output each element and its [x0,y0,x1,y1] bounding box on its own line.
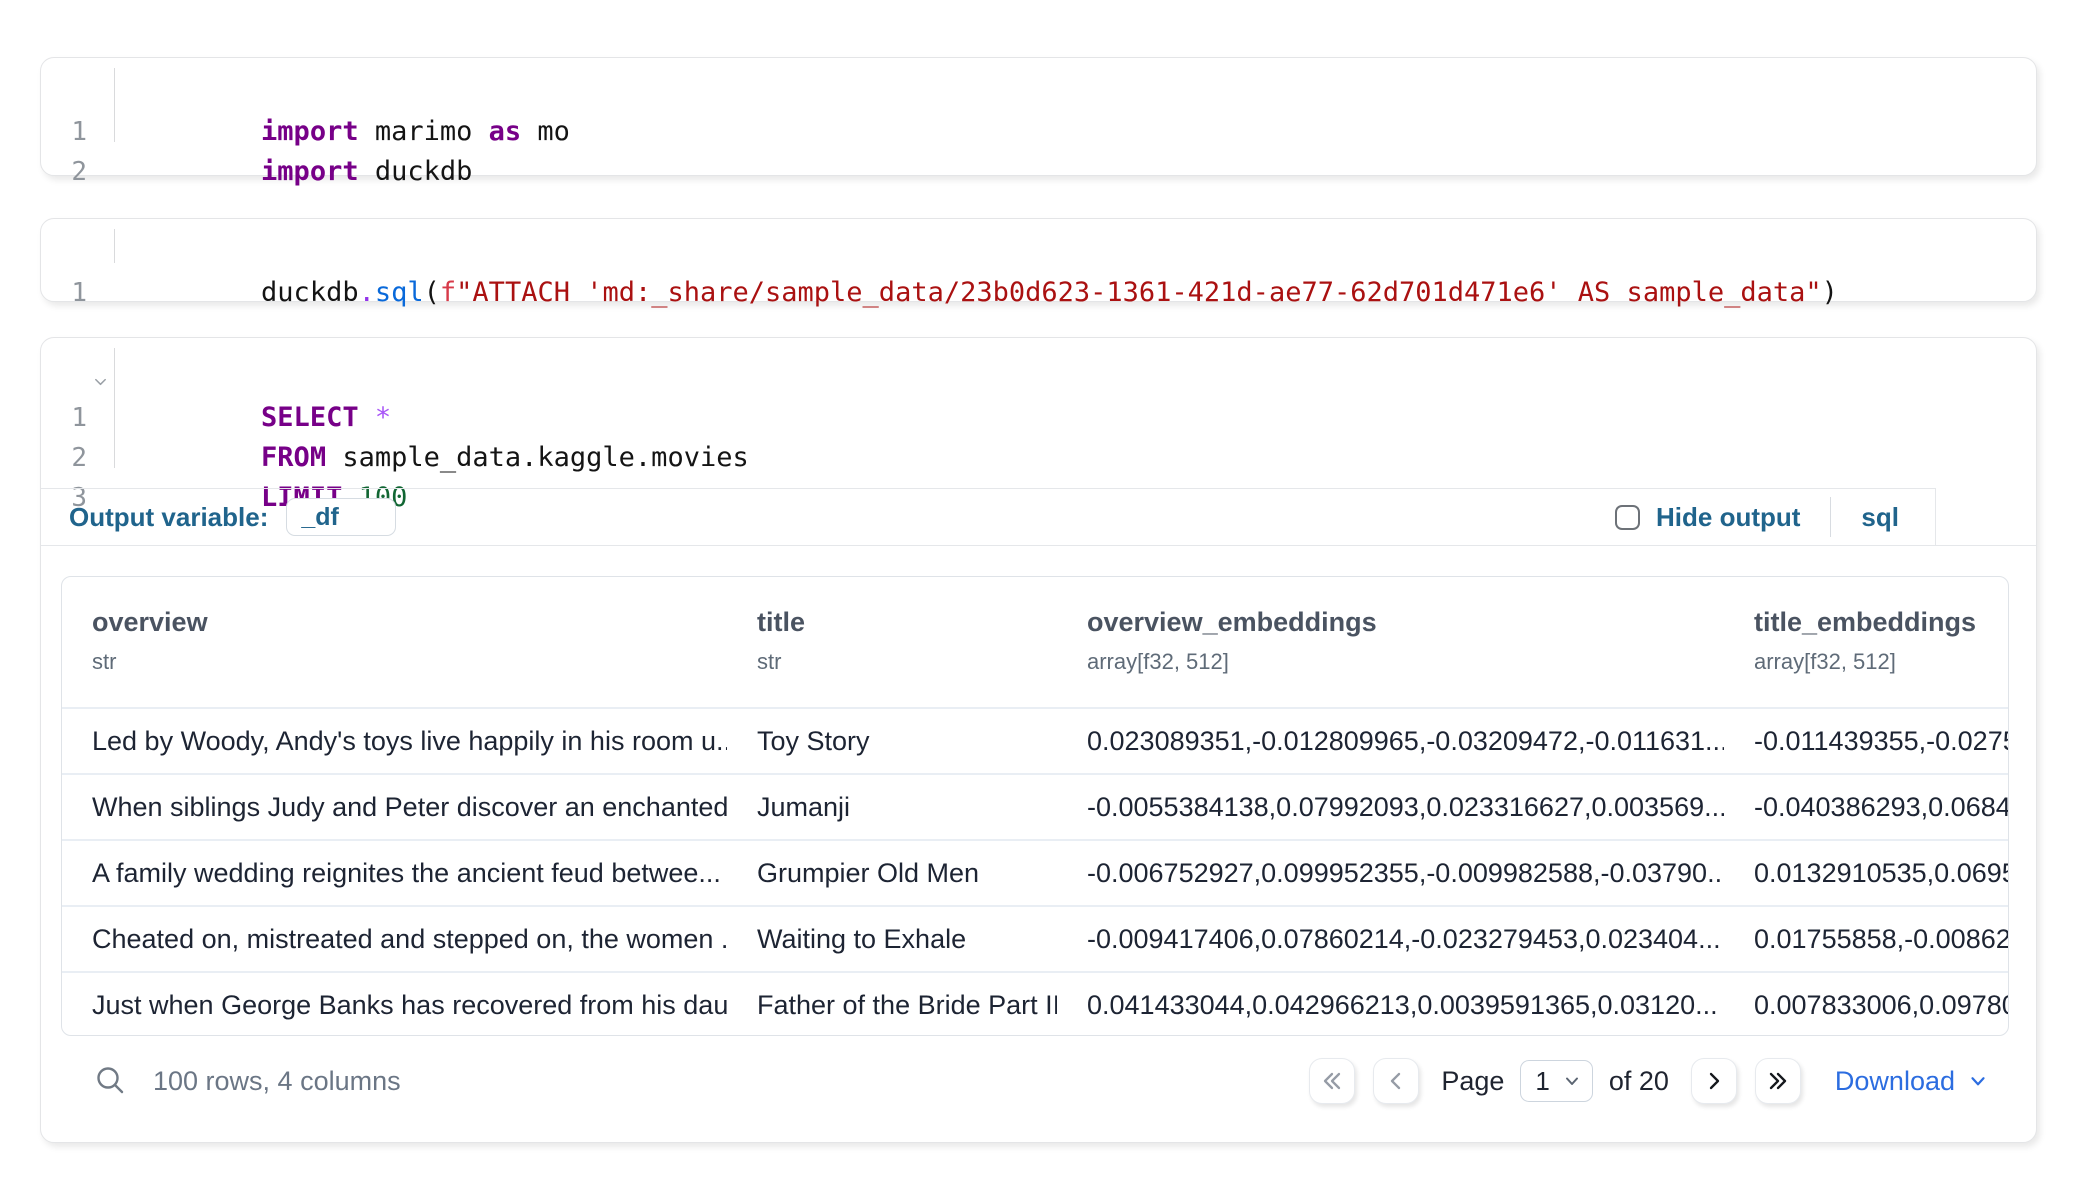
cell-overview-embeddings: 0.023089351,-0.012809965,-0.03209472,-0.… [1057,726,1724,757]
code-line: 1SELECT * [131,358,2036,398]
chevron-down-icon [1562,1071,1582,1091]
cell-overview: Cheated on, mistreated and stepped on, t… [62,924,727,955]
table-row: Just when George Banks has recovered fro… [62,971,2008,1036]
column-name: title_embeddings [1754,605,2008,639]
row-count-summary: 100 rows, 4 columns [153,1066,401,1097]
search-icon[interactable] [89,1059,133,1103]
previous-page-button[interactable] [1373,1058,1419,1104]
first-page-button[interactable] [1309,1058,1355,1104]
cell-gutter-right [1935,488,2036,545]
cell-title-embeddings: 0.0132910535,0.069584 [1724,858,2008,889]
cell-title-embeddings: 0.01755858,-0.00862865 [1724,924,2008,955]
cell-overview: Led by Woody, Andy's toys live happily i… [62,726,727,757]
cell-title: Toy Story [727,726,1057,757]
code-token: import [261,156,359,187]
cell-overview: A family wedding reignites the ancient f… [62,858,727,889]
line-number: 2 [41,152,87,192]
notebook-page: 1import marimo as mo 2import duckdb 1duc… [0,0,2086,1192]
column-name: overview [92,605,727,639]
cell-title: Father of the Bride Part II [727,990,1057,1021]
table-row: Cheated on, mistreated and stepped on, t… [62,905,2008,971]
column-header-title[interactable]: title str [727,577,1057,707]
hide-output-checkbox[interactable] [1615,505,1640,530]
code-editor[interactable]: 1import marimo as mo 2import duckdb [41,58,2036,152]
pagination: Page 1 of 20 Download [1309,1058,1989,1104]
page-total-label: of 20 [1609,1066,1669,1097]
hide-output-label: Hide output [1656,502,1800,533]
code-token: "ATTACH 'md:_share/sample_data/23b0d623-… [456,277,1821,308]
code-token: ( [424,277,440,308]
cell-overview-embeddings: -0.006752927,0.099952355,-0.009982588,-0… [1057,858,1724,889]
code-line: 2import duckdb [131,112,2036,152]
code-token: . [359,277,375,308]
line-number: 1 [41,273,87,313]
column-header-overview-embeddings[interactable]: overview_embeddings array[f32, 512] [1057,577,1724,707]
code-line: 1duckdb.sql(f"ATTACH 'md:_share/sample_d… [131,233,2036,273]
cell-title: Grumpier Old Men [727,858,1057,889]
page-select[interactable]: 1 [1520,1060,1592,1102]
code-token: f [440,277,456,308]
code-line: 2FROM sample_data.kaggle.movies [131,398,2036,438]
table-footer: 100 rows, 4 columns Page 1 of 20 [41,1048,2036,1114]
code-editor[interactable]: 1SELECT * 2FROM sample_data.kaggle.movie… [41,338,2036,478]
code-token: ) [1822,277,1838,308]
column-header-title-embeddings[interactable]: title_embeddings array[f32, 512] [1724,577,2008,707]
cell-overview: When siblings Judy and Peter discover an… [62,792,727,823]
cell-title-embeddings: -0.040386293,0.0684511 [1724,792,2008,823]
download-button[interactable]: Download [1835,1066,1989,1097]
output-variable-input[interactable]: _df [286,498,396,536]
column-name: overview_embeddings [1087,605,1724,639]
cell-title-embeddings: 0.007833006,0.0978012 [1724,990,2008,1021]
fold-chevron-icon[interactable] [93,361,108,401]
cell-overview-embeddings: -0.009417406,0.07860214,-0.023279453,0.0… [1057,924,1724,955]
output-table: overview str title str overview_embeddin… [61,576,2009,1036]
output-options-bar: Output variable: _df Hide output sql [41,488,2036,546]
last-page-button[interactable] [1755,1058,1801,1104]
output-options-main: Output variable: _df Hide output sql [41,488,1935,545]
table-row: Led by Woody, Andy's toys live happily i… [62,707,2008,773]
column-header-overview[interactable]: overview str [62,577,727,707]
cell-overview-embeddings: 0.041433044,0.042966213,0.0039591365,0.0… [1057,990,1724,1021]
cell-overview-embeddings: -0.0055384138,0.07992093,0.023316627,0.0… [1057,792,1724,823]
output-options-right: Hide output sql [1615,497,1935,537]
table-header-row: overview str title str overview_embeddin… [62,577,2008,707]
column-type: array[f32, 512] [1087,649,1724,675]
sql-query-cell: 1SELECT * 2FROM sample_data.kaggle.movie… [40,337,2037,1143]
cell-title: Jumanji [727,792,1057,823]
code-cell-imports: 1import marimo as mo 2import duckdb [40,57,2037,176]
cell-overview: Just when George Banks has recovered fro… [62,990,727,1021]
code-line: 3LIMIT 100 [131,438,2036,478]
language-toggle-sql[interactable]: sql [1861,502,1899,533]
column-name: title [757,605,1057,639]
page-label: Page [1441,1066,1504,1097]
table-row: When siblings Judy and Peter discover an… [62,773,2008,839]
line-number: 1 [41,112,87,152]
divider [1830,497,1831,537]
column-type: str [92,649,727,675]
code-cell-attach: 1duckdb.sql(f"ATTACH 'md:_share/sample_d… [40,218,2037,302]
column-type: str [757,649,1057,675]
line-number: 1 [41,398,87,438]
code-line: 1import marimo as mo [131,72,2036,112]
chevron-down-icon [1967,1070,1989,1092]
line-number: 2 [41,438,87,478]
download-label: Download [1835,1066,1955,1097]
table-row: A family wedding reignites the ancient f… [62,839,2008,905]
code-token: duckdb [359,156,473,187]
cell-title-embeddings: -0.011439355,-0.0275256 [1724,726,2008,757]
code-token: sql [375,277,424,308]
output-variable-label: Output variable: [69,502,268,533]
cell-title: Waiting to Exhale [727,924,1057,955]
code-token: duckdb [261,277,359,308]
page-select-value: 1 [1535,1066,1549,1097]
column-type: array[f32, 512] [1754,649,2008,675]
next-page-button[interactable] [1691,1058,1737,1104]
code-editor[interactable]: 1duckdb.sql(f"ATTACH 'md:_share/sample_d… [41,219,2036,273]
